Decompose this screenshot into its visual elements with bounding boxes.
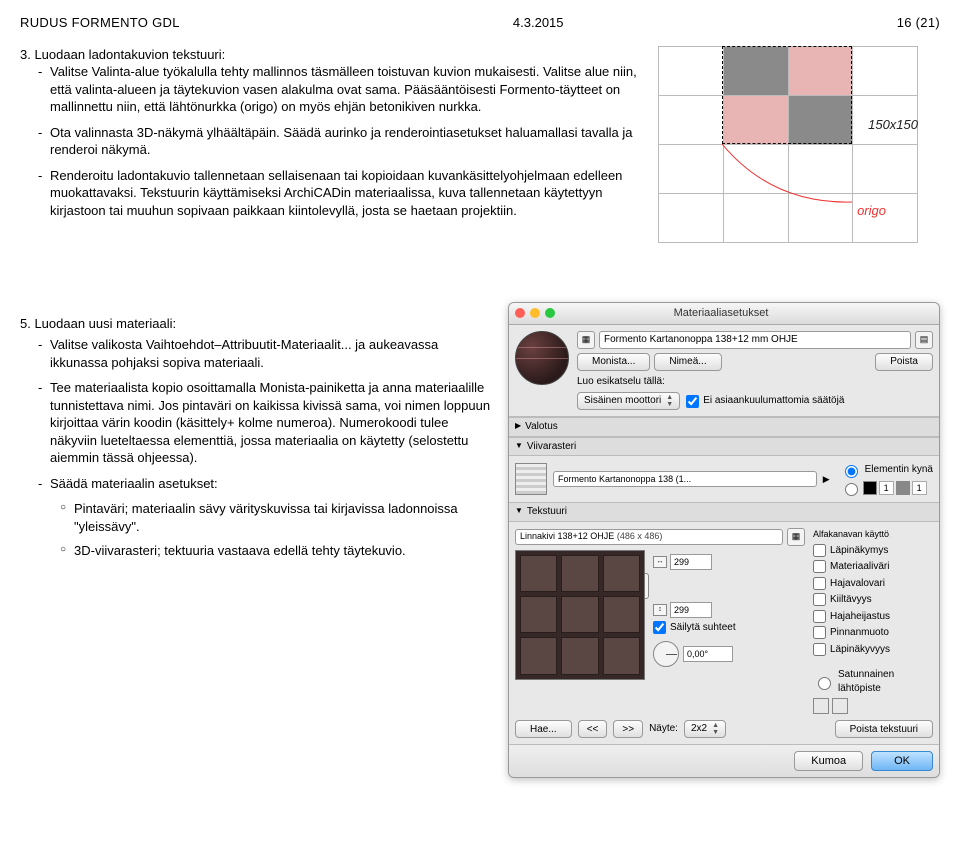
section3-title: 3. Luodaan ladontakuvion tekstuuri: [20, 46, 640, 64]
sec3-bullet2: Ota valinnasta 3D-näkymä ylhäältäpäin. S… [50, 124, 640, 159]
section-valotus-header[interactable]: ▶Valotus [509, 417, 939, 437]
angle-wheel-icon[interactable] [653, 641, 679, 667]
section-tekstuuri-header[interactable]: ▼Tekstuuri [509, 502, 939, 522]
rename-button[interactable]: Nimeä... [654, 353, 721, 371]
random-origin-radio[interactable]: Satunnainen lähtöpiste [813, 668, 933, 695]
page-number: 16 (21) [897, 14, 940, 32]
cancel-button[interactable]: Kumoa [794, 751, 863, 771]
sec5-bullet3: Säädä materiaalin asetukset: [50, 475, 494, 493]
origo-label: origo [857, 202, 886, 220]
pen-number-1[interactable]: 1 [879, 481, 894, 495]
alpha-channel-title: Alfakanavan käyttö [813, 528, 933, 540]
dropdown-icon[interactable]: ▶ [823, 473, 830, 485]
width-input[interactable] [670, 554, 712, 570]
delete-button[interactable]: Poista [875, 353, 933, 371]
list-icon[interactable]: ▤ [915, 331, 933, 349]
custom-pen-radio[interactable] [845, 483, 858, 496]
window-close-icon[interactable] [515, 308, 525, 318]
window-zoom-icon[interactable] [545, 308, 555, 318]
sec5-bullet1: Valitse valikosta Vaihtoehdot–Attribuuti… [50, 336, 494, 371]
material-preview-sphere [515, 331, 569, 385]
alpha-cb-5[interactable]: Pinnanmuoto [813, 626, 933, 640]
texture-preview [515, 550, 645, 680]
doc-date: 4.3.2015 [513, 14, 564, 32]
width-icon: ↔ [653, 556, 667, 568]
material-name-field[interactable]: Formento Kartanonoppa 138+12 mm OHJE [599, 331, 911, 349]
alpha-cb-1[interactable]: Materiaaliväri [813, 560, 933, 574]
preview-engine-label: Luo esikatselu tällä: [577, 375, 665, 389]
alpha-cb-4[interactable]: Hajaheijastus [813, 610, 933, 624]
texture-name-field[interactable]: Linnakivi 138+12 OHJE (486 x 486) [515, 529, 783, 545]
doc-title: RUDUS FORMENTO GDL [20, 14, 180, 32]
alpha-cb-3[interactable]: Kiiltävyys [813, 593, 933, 607]
sec3-bullet3: Renderoitu ladontakuvio tallennetaan sel… [50, 167, 640, 220]
hatch-swatch-icon[interactable] [515, 463, 547, 495]
sec3-bullet1: Valitse Valinta-alue työkalulla tehty ma… [50, 63, 640, 116]
dialog-title: Materiaaliasetukset [555, 306, 887, 321]
sec5-sub2: 3D-viivarasteri; tektuuria vastaava edel… [74, 542, 406, 560]
figure-grid-diagram: 150x150 origo [658, 46, 918, 284]
section5-title: 5. Luodaan uusi materiaali: [20, 315, 494, 333]
mirror-v-icon[interactable] [832, 698, 848, 714]
engine-select[interactable]: Sisäinen moottori▲▼ [577, 392, 680, 410]
height-icon: ↕ [653, 604, 667, 616]
window-minimize-icon[interactable] [530, 308, 540, 318]
pen-swatch-1[interactable] [863, 481, 877, 495]
sample-label: Näyte: [649, 722, 678, 736]
pen-number-2[interactable]: 1 [912, 481, 927, 495]
duplicate-button[interactable]: Monista... [577, 353, 650, 371]
alpha-cb-6[interactable]: Läpinäkyvyys [813, 643, 933, 657]
size-label: 150x150 [868, 116, 918, 134]
texture-dimensions: (486 x 486) [617, 530, 663, 542]
element-pen-radio[interactable]: Elementin kynä [840, 462, 933, 478]
section-viivarasteri-header[interactable]: ▼Viivarasteri [509, 437, 939, 457]
prev-texture-button[interactable]: << [578, 720, 608, 738]
keep-proportions-checkbox[interactable]: Säilytä suhteet [653, 621, 736, 635]
height-input[interactable] [670, 602, 712, 618]
texture-mode-icon[interactable]: ▦ [787, 528, 805, 546]
material-settings-dialog: Materiaaliasetukset ▦ Formento Kartanono… [508, 302, 940, 779]
sec5-bullet2: Tee materiaalista kopio osoittamalla Mon… [50, 379, 494, 467]
pen-swatch-2[interactable] [896, 481, 910, 495]
remove-texture-button[interactable]: Poista tekstuuri [835, 720, 933, 738]
grid-icon[interactable]: ▦ [577, 331, 595, 349]
browse-button[interactable]: Hae... [515, 720, 572, 738]
ok-button[interactable]: OK [871, 751, 933, 771]
sec5-sub1: Pintaväri; materiaalin sävy värityskuvis… [74, 500, 494, 535]
sample-select[interactable]: 2x2▲▼ [684, 720, 726, 738]
alpha-cb-2[interactable]: Hajavalovari [813, 577, 933, 591]
next-texture-button[interactable]: >> [613, 720, 643, 738]
hatch-name-field[interactable]: Formento Kartanonoppa 138 (1... [553, 471, 817, 487]
unrelated-checkbox[interactable]: Ei asiaankuulumattomia säätöjä [686, 394, 844, 408]
mirror-h-icon[interactable] [813, 698, 829, 714]
alpha-cb-0[interactable]: Läpinäkymys [813, 544, 933, 558]
angle-input[interactable] [683, 646, 733, 662]
